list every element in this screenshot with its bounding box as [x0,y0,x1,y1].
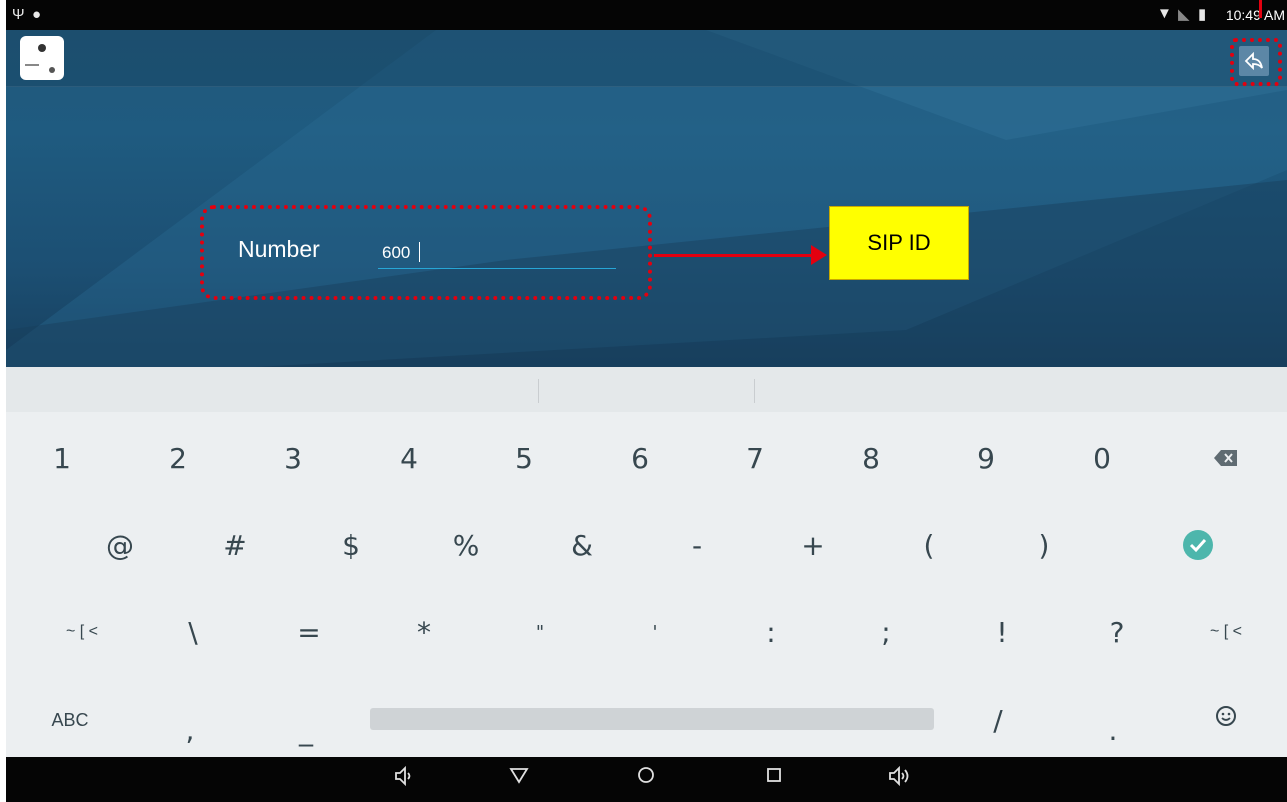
key-5[interactable]: 5 [466,418,582,498]
key-slash[interactable]: / [940,680,1056,760]
key-9[interactable]: 9 [928,418,1044,498]
usb-icon: Ψ [12,6,25,23]
key-question[interactable]: ? [1059,592,1175,672]
annotation-highlight-field [200,205,652,300]
key-at[interactable]: @ [62,505,178,585]
emoji-icon [1216,706,1236,726]
key-0[interactable]: 0 [1044,418,1160,498]
key-hash[interactable]: # [177,505,293,585]
sip-id-callout: SIP ID [829,206,969,280]
recents-button[interactable] [764,765,784,791]
key-percent[interactable]: % [408,505,524,585]
key-6[interactable]: 6 [582,418,698,498]
back-icon [509,768,529,784]
key-7[interactable]: 7 [697,418,813,498]
battery-icon: ▮ [1198,6,1207,23]
key-close-paren[interactable]: ) [986,505,1102,585]
key-3[interactable]: 3 [235,418,351,498]
space-key[interactable] [370,708,934,730]
key-double-quote[interactable]: " [482,592,598,672]
done-key[interactable] [1140,505,1256,585]
key-colon[interactable]: : [713,592,829,672]
status-bar: Ψ ● ▼ ◣ ▮ 10:49 AM [6,0,1287,30]
backspace-icon [1214,450,1237,466]
emoji-key[interactable] [1168,676,1284,756]
key-single-quote[interactable]: ' [597,592,713,672]
backspace-key[interactable] [1168,418,1284,498]
key-1[interactable]: 1 [4,418,120,498]
no-sim-icon: ◣ [1178,6,1190,23]
key-plus[interactable]: + [755,505,871,585]
key-minus[interactable]: - [639,505,755,585]
status-time: 10:49 AM [1225,7,1285,23]
annotation-arrow [654,254,824,257]
android-debug-icon: ● [32,6,42,23]
app-logo[interactable] [20,36,64,80]
volume-down-button[interactable] [394,765,414,793]
key-open-paren[interactable]: ( [871,505,987,585]
recents-icon [767,768,781,782]
key-backslash[interactable]: \ [135,592,251,672]
app-screen: Number [6,30,1287,367]
nav-back-button[interactable] [509,765,529,791]
volume-up-button[interactable] [888,765,912,793]
key-symbols-more-right[interactable]: ~ [ < [1168,592,1284,672]
home-button[interactable] [636,765,656,791]
key-8[interactable]: 8 [813,418,929,498]
annotation-arrow-head [811,245,827,265]
navigation-bar [6,757,1287,802]
key-equals[interactable]: = [251,592,367,672]
key-semicolon[interactable]: ; [828,592,944,672]
app-top-bar [6,30,1287,87]
home-icon [638,767,654,783]
annotation-highlight-back-button [1230,38,1282,86]
done-check-icon [1183,530,1213,560]
key-dollar[interactable]: $ [293,505,409,585]
suggestion-bar [6,367,1287,412]
volume-up-icon [889,765,909,787]
key-exclamation[interactable]: ! [944,592,1060,672]
abc-key[interactable]: ABC [12,680,128,760]
annotation-pointer-line [1259,0,1262,18]
wifi-icon: ▼ [1157,5,1172,22]
key-asterisk[interactable]: * [366,592,482,672]
key-symbols-more-left[interactable]: ~ [ < [24,592,140,672]
key-2[interactable]: 2 [120,418,236,498]
volume-down-icon [395,765,411,787]
key-4[interactable]: 4 [351,418,467,498]
key-ampersand[interactable]: & [524,505,640,585]
